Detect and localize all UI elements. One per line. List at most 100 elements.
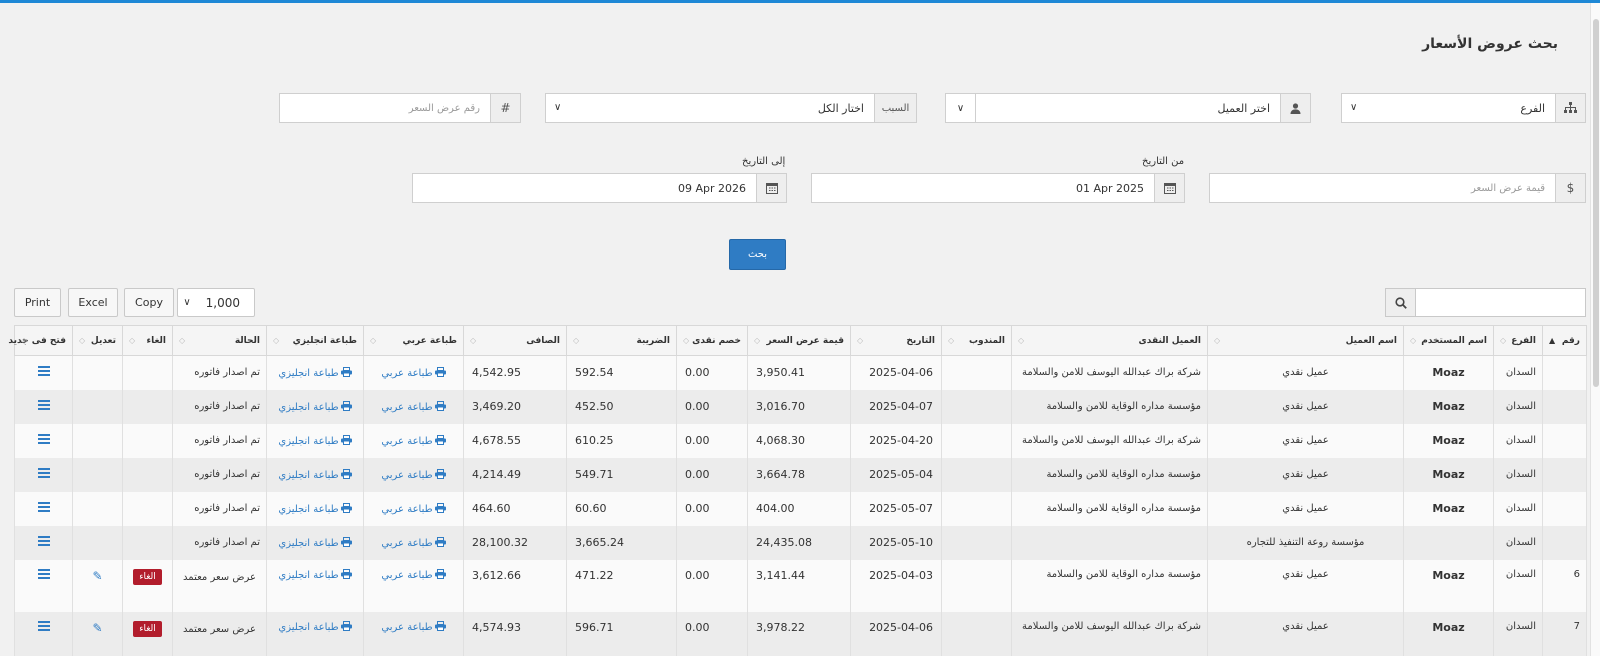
status-text: عرض سعر معتمد — [183, 571, 256, 583]
list-icon[interactable] — [37, 468, 50, 478]
to-date-input[interactable]: 09 Apr 2026 — [412, 173, 787, 203]
quote-value-input[interactable]: $ قيمة عرض السعر — [1209, 173, 1586, 203]
column-header[interactable]: تعديل ◇ — [72, 325, 123, 356]
print-arabic-link[interactable]: طباعة عربي — [381, 502, 446, 515]
top-accent-bar — [0, 0, 1600, 3]
scrollbar-thumb[interactable] — [1593, 19, 1599, 387]
column-header[interactable]: اسم العميل ◇ — [1207, 325, 1404, 356]
column-header[interactable]: طباعة عربي ◇ — [363, 325, 464, 356]
print-english-link[interactable]: طباعة انجليزي — [278, 434, 352, 447]
list-icon[interactable] — [37, 366, 50, 377]
search-icon[interactable] — [1386, 289, 1416, 316]
column-header[interactable]: قيمة عرض السعر ◇ — [747, 325, 851, 356]
quote-number-input[interactable]: # رقم عرض السعر — [279, 93, 521, 123]
from-date-input[interactable]: 01 Apr 2025 — [811, 173, 1185, 203]
calendar-icon[interactable] — [1154, 174, 1184, 202]
list-icon[interactable] — [37, 620, 50, 631]
print-arabic-link[interactable]: طباعة عربي — [381, 568, 446, 581]
print-arabic-link[interactable]: طباعة عربي — [381, 468, 446, 481]
print-english-link[interactable]: طباعة انجليزي — [278, 536, 352, 549]
column-header[interactable]: اسم المستخدم ◇ — [1403, 325, 1494, 356]
column-header[interactable]: العميل النقدى ◇ — [1011, 325, 1208, 356]
print-english-link[interactable]: طباعة انجليزي — [278, 400, 352, 413]
open-new-cell — [14, 491, 73, 526]
print-english-link[interactable]: طباعة انجليزي — [278, 620, 352, 633]
print-arabic-link[interactable]: طباعة عربي — [381, 536, 446, 549]
table-row[interactable]: السدان Moaz عميل نقدي مؤسسة مداره الوقاية ل… — [14, 389, 1587, 424]
reason-select-value[interactable]: اختار الكل ∨ — [546, 94, 874, 122]
pencil-icon[interactable]: ✎ — [92, 621, 102, 635]
search-button[interactable]: بحث — [729, 239, 786, 270]
sort-icon: ◇ — [470, 336, 477, 345]
status-cell: عرض سعر معتمد — [172, 559, 267, 612]
table-row[interactable]: السدان Moaz عميل نقدي مؤسسة مداره الوقاية ل… — [14, 491, 1587, 526]
open-new-cell — [14, 525, 73, 560]
column-header[interactable]: فتح فى جديد ◇ — [8, 325, 73, 356]
column-header[interactable]: خصم نقدى ◇ — [676, 325, 748, 356]
excel-button[interactable]: Excel — [68, 288, 118, 317]
column-header[interactable]: الفرع ◇ — [1493, 325, 1543, 356]
list-icon[interactable] — [37, 568, 50, 579]
from-date-field[interactable]: 01 Apr 2025 — [812, 174, 1154, 202]
page-length-value: 1,000 — [205, 295, 240, 310]
cancel-button[interactable]: الغاء — [133, 568, 162, 585]
column-header[interactable]: رقم ▲ — [1542, 325, 1587, 356]
chevron-down-icon: ∨ — [1350, 102, 1358, 113]
column-header[interactable]: طباعة انجليزي ◇ — [266, 325, 364, 356]
table-row[interactable]: 7 السدان Moaz عميل نقدي شركة براك عبدالله ال… — [14, 611, 1587, 656]
column-header[interactable]: الضريبة ◇ — [566, 325, 677, 356]
column-header-label: التاريخ — [906, 335, 935, 346]
column-header[interactable]: المندوب ◇ — [941, 325, 1012, 356]
list-icon[interactable] — [37, 536, 50, 546]
customer-select[interactable]: اختر العميل ∨ — [945, 93, 1311, 123]
list-icon[interactable] — [37, 434, 50, 444]
table-row[interactable]: السدان Moaz عميل نقدي مؤسسة مداره الوقاية ل… — [14, 457, 1587, 492]
pencil-icon[interactable]: ✎ — [92, 569, 102, 583]
print-arabic-link[interactable]: طباعة عربي — [381, 620, 446, 633]
print-arabic-link[interactable]: طباعة عربي — [381, 366, 446, 379]
reason-select[interactable]: السبب اختار الكل ∨ — [545, 93, 917, 123]
print-english-link[interactable]: طباعة انجليزي — [278, 502, 352, 515]
cancel-button[interactable]: الغاء — [133, 620, 162, 637]
quote-value-field[interactable]: قيمة عرض السعر — [1210, 174, 1555, 202]
print-english-link[interactable]: طباعة انجليزي — [278, 468, 352, 481]
print-button[interactable]: Print — [14, 288, 61, 317]
printer-icon — [433, 468, 446, 481]
table-search-input[interactable] — [1416, 289, 1585, 316]
print-arabic-link[interactable]: طباعة عربي — [381, 400, 446, 413]
print-en-cell: طباعة انجليزي — [266, 559, 364, 612]
page-length-select[interactable]: ∨ 1,000 — [177, 288, 255, 317]
table-search[interactable] — [1385, 288, 1586, 317]
calendar-icon[interactable] — [756, 174, 786, 202]
print-english-link[interactable]: طباعة انجليزي — [278, 568, 352, 581]
page-scrollbar[interactable] — [1590, 3, 1600, 656]
printer-icon — [433, 568, 446, 581]
column-header-label: الصافى — [526, 335, 560, 346]
column-header[interactable]: التاريخ ◇ — [850, 325, 942, 356]
table-row[interactable]: السدان مؤسسة روعة التنفيذ للتجاره 2025-05-… — [14, 525, 1587, 560]
customer-cell: عميل نقدي — [1207, 355, 1404, 390]
print-ar-cell: طباعة عربي — [363, 389, 464, 424]
quote-number-field[interactable]: رقم عرض السعر — [280, 94, 490, 122]
print-english-link[interactable]: طباعة انجليزي — [278, 366, 352, 379]
branch-cell: السدان — [1493, 355, 1543, 390]
column-header[interactable]: الصافى ◇ — [463, 325, 567, 356]
to-date-field[interactable]: 09 Apr 2026 — [413, 174, 756, 202]
branch-select[interactable]: الفرع ∨ — [1341, 93, 1586, 123]
table-row[interactable]: السدان Moaz عميل نقدي شركة براك عبدالله الي… — [14, 355, 1587, 390]
column-header[interactable]: الغاء ◇ — [122, 325, 173, 356]
branch-cell: السدان — [1493, 491, 1543, 526]
chevron-down-icon[interactable]: ∨ — [946, 94, 976, 122]
copy-button[interactable]: Copy — [124, 288, 174, 317]
branch-placeholder: الفرع — [1520, 101, 1545, 115]
print-arabic-link[interactable]: طباعة عربي — [381, 434, 446, 447]
table-row[interactable]: 6 السدان Moaz عميل نقدي مؤسسة مداره الوقاية … — [14, 559, 1587, 612]
cash-customer-cell: شركة براك عبدالله اليوسف للامن والسلامة — [1011, 423, 1208, 458]
table-row[interactable]: السدان Moaz عميل نقدي شركة براك عبدالله الي… — [14, 423, 1587, 458]
branch-select-value[interactable]: الفرع ∨ — [1342, 94, 1555, 122]
list-icon[interactable] — [37, 400, 50, 410]
customer-select-value[interactable]: اختر العميل — [976, 94, 1280, 122]
column-header[interactable]: الحالة ◇ — [172, 325, 267, 356]
discount-cell: 0.00 — [676, 423, 748, 458]
list-icon[interactable] — [37, 502, 50, 512]
